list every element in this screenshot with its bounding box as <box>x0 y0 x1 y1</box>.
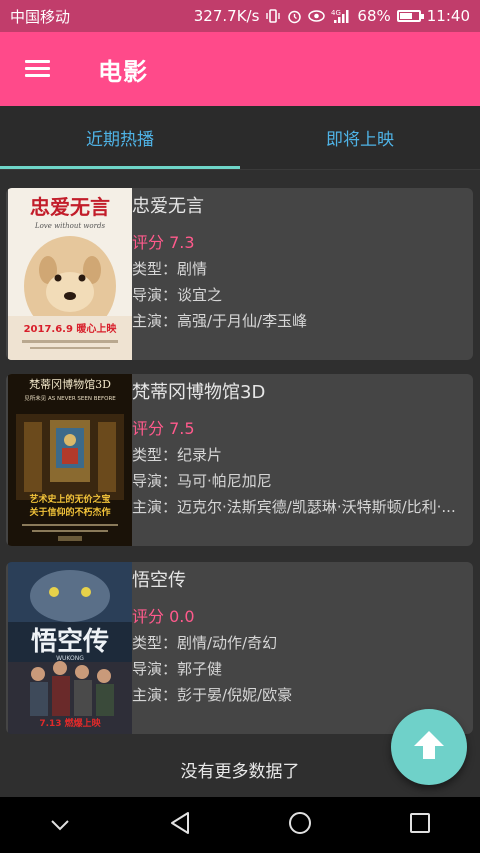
back-button[interactable] <box>156 801 204 849</box>
movie-info: 忠爱无言 评分 7.3 类型：剧情 导演：谈宜之 主演：高强/于月仙/李玉峰 <box>132 188 467 334</box>
movie-director: 导演：郭子健 <box>132 660 223 678</box>
poster-date: 2017.6.9 暖心上映 <box>24 322 118 335</box>
movie-info: 梵蒂冈博物馆3D 评分 7.5 类型：纪录片 导演：马可·帕尼加尼 主演：迈克尔… <box>132 374 467 520</box>
movie-director: 导演：谈宜之 <box>132 286 223 304</box>
home-circle-icon <box>287 810 313 840</box>
page-title: 电影 <box>98 57 148 86</box>
network-speed: 327.7K/s <box>193 7 260 25</box>
movie-score: 评分 7.3 <box>132 233 195 252</box>
movie-card[interactable]: 梵蒂冈博物馆3D 见所未见 AS NEVER SEEN BEFORE 艺术史上的… <box>6 374 473 546</box>
poster-subtitle: Love without words <box>34 222 106 230</box>
movie-score: 评分 7.5 <box>132 419 195 438</box>
menu-icon[interactable] <box>25 60 50 78</box>
movie-poster: 梵蒂冈博物馆3D 见所未见 AS NEVER SEEN BEFORE 艺术史上的… <box>8 374 132 546</box>
movie-genre: 类型：纪录片 <box>132 446 223 464</box>
movie-director: 导演：马可·帕尼加尼 <box>132 472 272 490</box>
movie-genre: 类型：剧情/动作/奇幻 <box>132 634 278 652</box>
carrier-name: 中国移动 <box>10 7 71 26</box>
movie-title: 悟空传 <box>132 570 186 591</box>
movie-poster: 悟空传 WUKONG 7.13 燃爆上映 <box>8 562 132 734</box>
battery-percent: 68% <box>357 7 391 25</box>
movie-title: 梵蒂冈博物馆3D <box>132 382 266 403</box>
movie-list[interactable]: 忠爱无言 Love without words 2017.6.9 暖心上映 忠爱… <box>0 170 480 797</box>
app-root: 中国移动 327.7K/s 4G 68% 11:40 电影 近期热播 即将上映 … <box>0 0 480 853</box>
movie-card[interactable]: 悟空传 WUKONG 7.13 燃爆上映 悟空传 评分 0.0 类型：剧情/动作… <box>6 562 473 734</box>
vibrate-icon <box>265 9 281 23</box>
home-button[interactable] <box>276 801 324 849</box>
movie-card[interactable]: 忠爱无言 Love without words 2017.6.9 暖心上映 忠爱… <box>6 188 473 360</box>
hide-nav-button[interactable] <box>36 801 84 849</box>
status-indicators: 327.7K/s 4G 68% 11:40 <box>194 7 470 25</box>
movie-cast: 主演：迈克尔·法斯宾德/凯瑟琳·沃特斯顿/比利·... <box>132 498 456 516</box>
tab-bar: 近期热播 即将上映 <box>0 106 480 170</box>
poster-title: 忠爱无言 <box>30 195 110 219</box>
movie-poster: 忠爱无言 Love without words 2017.6.9 暖心上映 <box>8 188 132 360</box>
network-type-label: 4G <box>331 9 341 17</box>
navigation-bar <box>0 797 480 853</box>
poster-title: 梵蒂冈博物馆3D <box>29 377 111 391</box>
back-triangle-icon <box>169 811 191 839</box>
battery-icon <box>396 10 424 22</box>
tab-coming-soon[interactable]: 即将上映 <box>240 106 480 169</box>
movie-cast: 主演：彭于晏/倪妮/欧豪 <box>132 686 293 704</box>
movie-cast: 主演：高强/于月仙/李玉峰 <box>132 312 308 330</box>
clock: 11:40 <box>426 7 470 25</box>
movie-info: 悟空传 评分 0.0 类型：剧情/动作/奇幻 导演：郭子健 主演：彭于晏/倪妮/… <box>132 562 467 708</box>
scroll-to-top-button[interactable] <box>391 709 467 785</box>
status-bar: 中国移动 327.7K/s 4G 68% 11:40 <box>0 0 480 32</box>
movie-score: 评分 0.0 <box>132 607 195 626</box>
movie-genre: 类型：剧情 <box>132 260 208 278</box>
poster-date: 7.13 燃爆上映 <box>39 717 101 729</box>
arrow-up-icon <box>412 728 446 766</box>
movie-title: 忠爱无言 <box>132 196 204 217</box>
alarm-icon <box>287 9 302 24</box>
chevron-down-icon <box>50 816 70 835</box>
recents-button[interactable] <box>396 801 444 849</box>
recents-square-icon <box>409 812 431 838</box>
tab-now-playing[interactable]: 近期热播 <box>0 106 240 169</box>
poster-tagline-top: 见所未见 AS NEVER SEEN BEFORE <box>24 394 116 402</box>
poster-tagline: 艺术史上的无价之宝 <box>29 493 110 505</box>
poster-title: 悟空传 <box>31 626 109 657</box>
app-bar: 电影 <box>0 32 480 106</box>
poster-tagline-2: 关于信仰的不朽杰作 <box>29 506 110 518</box>
poster-subtitle: WUKONG <box>56 655 84 662</box>
eye-comfort-icon <box>308 10 326 22</box>
signal-icon: 4G <box>331 8 351 24</box>
